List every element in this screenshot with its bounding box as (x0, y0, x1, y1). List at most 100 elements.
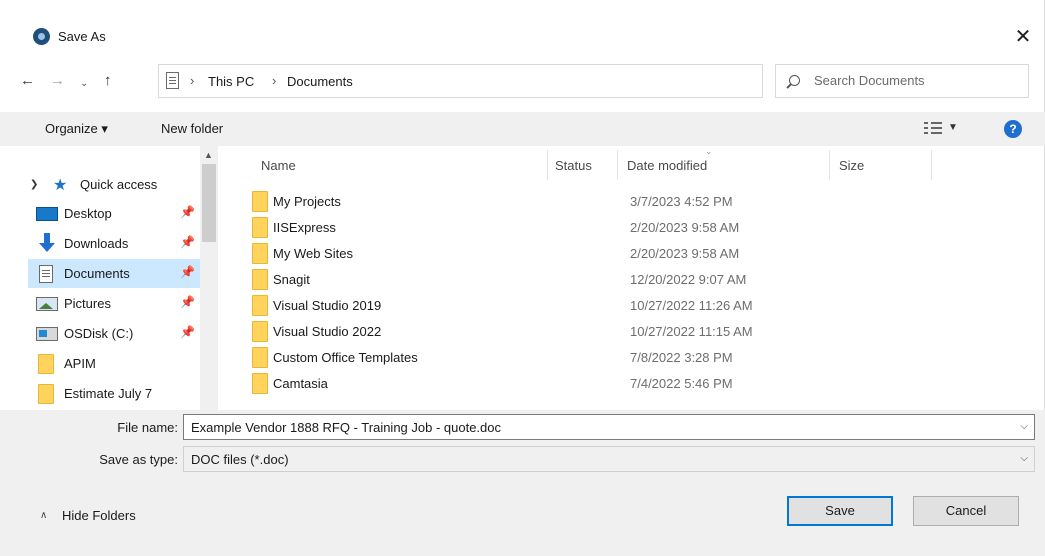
file-row-visual-studio-2022[interactable]: Visual Studio 2022 10/27/2022 11:15 AM (219, 319, 1045, 345)
save-as-dialog: Save As ✕ ← → ⌄ ↑ › This PC › Documents … (0, 0, 1045, 556)
cancel-button[interactable]: Cancel (913, 496, 1019, 526)
column-divider[interactable] (547, 150, 548, 180)
sidebar-item-osdisk[interactable]: OSDisk (C:) 📌 (28, 319, 200, 348)
pictures-icon (36, 297, 58, 311)
pin-icon[interactable]: 📌 (180, 325, 195, 339)
sidebar-item-pictures[interactable]: Pictures 📌 (28, 289, 200, 318)
chevron-down-icon[interactable]: ❯ (30, 179, 38, 190)
sidebar-item-label: APIM (64, 356, 96, 371)
folder-icon (252, 347, 268, 368)
scrollbar-thumb[interactable] (202, 164, 216, 242)
file-date: 2/20/2023 9:58 AM (630, 220, 740, 235)
documents-icon (39, 265, 53, 283)
chevron-down-icon[interactable]: ⌵ (1020, 453, 1028, 464)
folder-icon (252, 217, 268, 238)
hide-folders-button[interactable]: Hide Folders (62, 508, 136, 523)
chevron-down-icon[interactable]: ⌵ (1020, 421, 1028, 432)
save-as-type-select[interactable]: DOC files (*.doc) ⌵ (183, 446, 1035, 472)
address-bar[interactable]: › This PC › Documents (158, 64, 763, 98)
file-name: IISExpress (273, 220, 336, 235)
sidebar-item-apim[interactable]: APIM (28, 349, 200, 378)
column-divider[interactable] (931, 150, 932, 180)
organize-menu-button[interactable]: Organize ▾ (45, 121, 108, 137)
file-row-camtasia[interactable]: Camtasia 7/4/2022 5:46 PM (219, 371, 1045, 397)
breadcrumb-documents[interactable]: Documents (287, 74, 353, 89)
file-row-my-projects[interactable]: My Projects 3/7/2023 4:52 PM (219, 189, 1045, 215)
file-name-value[interactable]: Example Vendor 1888 RFQ - Training Job -… (191, 420, 501, 435)
file-date: 7/8/2022 3:28 PM (630, 350, 733, 365)
pin-icon[interactable]: 📌 (180, 265, 195, 279)
documents-icon (166, 72, 179, 89)
sidebar-item-documents[interactable]: Documents 📌 (28, 259, 200, 288)
sidebar-item-downloads[interactable]: Downloads 📌 (28, 229, 200, 258)
file-name: My Web Sites (273, 246, 353, 261)
file-row-iisexpress[interactable]: IISExpress 2/20/2023 9:58 AM (219, 215, 1045, 241)
sort-indicator-icon: ⌄ (705, 146, 713, 156)
column-header-size[interactable]: Size (839, 158, 864, 173)
dialog-title: Save As (58, 29, 106, 44)
pin-icon[interactable]: 📌 (180, 205, 195, 219)
sidebar-item-estimate-july-7[interactable]: Estimate July 7 (28, 379, 200, 408)
file-date: 10/27/2022 11:15 AM (630, 324, 753, 339)
sidebar-scrollbar[interactable]: ▲ (200, 146, 218, 410)
file-row-custom-office-templates[interactable]: Custom Office Templates 7/8/2022 3:28 PM (219, 345, 1045, 371)
save-as-type-label: Save as type: (99, 452, 178, 467)
downloads-icon (36, 233, 58, 253)
breadcrumb-separator: › (190, 73, 195, 88)
scroll-up-arrow-icon[interactable]: ▲ (204, 150, 213, 160)
help-icon[interactable]: ? (1004, 120, 1022, 138)
search-icon (789, 75, 800, 86)
back-arrow-icon[interactable]: ← (20, 71, 35, 91)
pin-icon[interactable]: 📌 (180, 235, 195, 249)
navigation-pane: ❯ ★ Quick access Desktop 📌 Downloads 📌 D… (0, 146, 218, 410)
search-input[interactable] (814, 73, 1014, 88)
save-as-type-value: DOC files (*.doc) (191, 452, 289, 467)
sidebar-item-label: Pictures (64, 296, 111, 311)
file-row-snagit[interactable]: Snagit 12/20/2022 9:07 AM (219, 267, 1045, 293)
column-divider[interactable] (829, 150, 830, 180)
sidebar-item-quick-access[interactable]: Quick access (80, 177, 157, 192)
view-options-caret-icon[interactable]: ▼ (948, 122, 958, 133)
file-list: ⌄ Name Status Date modified Size My Proj… (219, 146, 1045, 410)
folder-icon (252, 321, 268, 342)
file-date: 7/4/2022 5:46 PM (630, 376, 733, 391)
column-header-date-modified[interactable]: Date modified (627, 158, 707, 173)
file-date: 3/7/2023 4:52 PM (630, 194, 733, 209)
pin-icon[interactable]: 📌 (180, 295, 195, 309)
folder-icon (38, 354, 54, 374)
column-header-status[interactable]: Status (555, 158, 592, 173)
save-button[interactable]: Save (787, 496, 893, 526)
folder-icon (252, 373, 268, 394)
star-icon: ★ (53, 177, 68, 194)
file-name-field[interactable]: Example Vendor 1888 RFQ - Training Job -… (183, 414, 1035, 440)
folder-icon (252, 269, 268, 290)
sidebar-item-label: Estimate July 7 (64, 386, 153, 401)
recent-locations-chevron-icon[interactable]: ⌄ (80, 74, 88, 94)
breadcrumb-separator: › (272, 73, 277, 88)
sidebar-item-label: Downloads (64, 236, 129, 251)
breadcrumb-this-pc[interactable]: This PC (208, 74, 254, 89)
file-row-visual-studio-2019[interactable]: Visual Studio 2019 10/27/2022 11:26 AM (219, 293, 1045, 319)
sidebar-item-desktop[interactable]: Desktop 📌 (28, 199, 200, 228)
file-row-my-web-sites[interactable]: My Web Sites 2/20/2023 9:58 AM (219, 241, 1045, 267)
forward-arrow-icon[interactable]: → (50, 71, 65, 91)
file-date: 10/27/2022 11:26 AM (630, 298, 753, 313)
sidebar-item-label: Documents (64, 266, 130, 281)
file-date: 2/20/2023 9:58 AM (630, 246, 740, 261)
sidebar-item-label: Desktop (64, 206, 112, 221)
command-toolbar: Organize ▾ New folder ▼ ? (0, 112, 1045, 146)
file-name: Camtasia (273, 376, 328, 391)
disk-icon (36, 327, 58, 341)
search-box[interactable] (775, 64, 1029, 98)
column-header-name[interactable]: Name (261, 158, 296, 173)
title-bar: Save As ✕ (0, 0, 1045, 60)
new-folder-button[interactable]: New folder (161, 121, 223, 136)
navigation-bar: ← → ⌄ ↑ › This PC › Documents (0, 64, 1045, 100)
column-divider[interactable] (617, 150, 618, 180)
up-arrow-icon[interactable]: ↑ (104, 71, 112, 91)
view-options-icon[interactable] (924, 122, 942, 135)
file-name: Visual Studio 2022 (273, 324, 382, 339)
chevron-up-icon[interactable]: ∧ (40, 510, 47, 521)
close-icon[interactable]: ✕ (1010, 24, 1036, 50)
app-icon (33, 28, 50, 45)
